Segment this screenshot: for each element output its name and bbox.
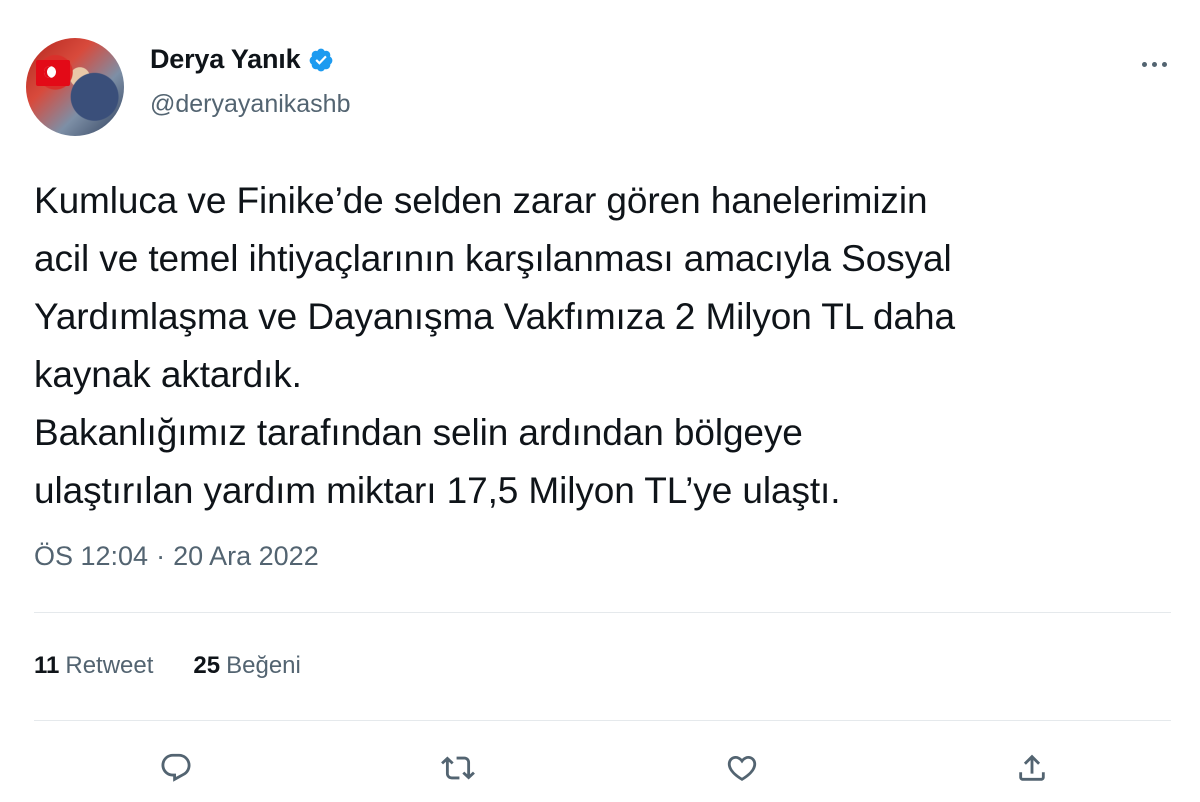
heart-icon xyxy=(727,755,757,781)
verified-badge-icon xyxy=(310,48,333,71)
likes-count: 25 xyxy=(193,652,221,679)
more-options-icon[interactable] xyxy=(1136,52,1172,76)
reply-icon xyxy=(161,753,191,782)
divider xyxy=(34,612,1171,613)
meta-separator: · xyxy=(156,541,166,571)
retweets-count: 11 xyxy=(34,652,60,679)
retweet-button[interactable] xyxy=(436,746,480,790)
likes-stat[interactable]: 25 Beğeni xyxy=(193,652,300,680)
reply-button[interactable] xyxy=(154,746,198,790)
tweet-date: 20 Ara 2022 xyxy=(173,541,319,571)
author-handle[interactable]: @deryayanikashb xyxy=(150,90,351,119)
retweets-stat[interactable]: 11 Retweet xyxy=(34,652,153,680)
tweet-text: Kumluca ve Finike’de selden zarar gören … xyxy=(34,180,955,511)
engagement-stats: 11 Retweet 25 Beğeni xyxy=(34,652,301,680)
flag-graphic xyxy=(36,60,70,86)
author-name-row: Derya Yanık xyxy=(150,44,334,75)
likes-label: Beğeni xyxy=(226,652,301,679)
retweet-icon xyxy=(441,756,475,780)
share-icon xyxy=(1019,754,1045,781)
tweet-timestamp[interactable]: ÖS 12:04 · 20 Ara 2022 xyxy=(34,541,319,572)
divider xyxy=(34,720,1171,721)
tweet-time: ÖS 12:04 xyxy=(34,541,149,571)
retweets-label: Retweet xyxy=(65,652,154,679)
avatar[interactable] xyxy=(26,38,124,136)
like-button[interactable] xyxy=(720,746,764,790)
share-button[interactable] xyxy=(1010,746,1054,790)
author-name[interactable]: Derya Yanık xyxy=(150,44,301,75)
action-bar xyxy=(0,740,1200,796)
